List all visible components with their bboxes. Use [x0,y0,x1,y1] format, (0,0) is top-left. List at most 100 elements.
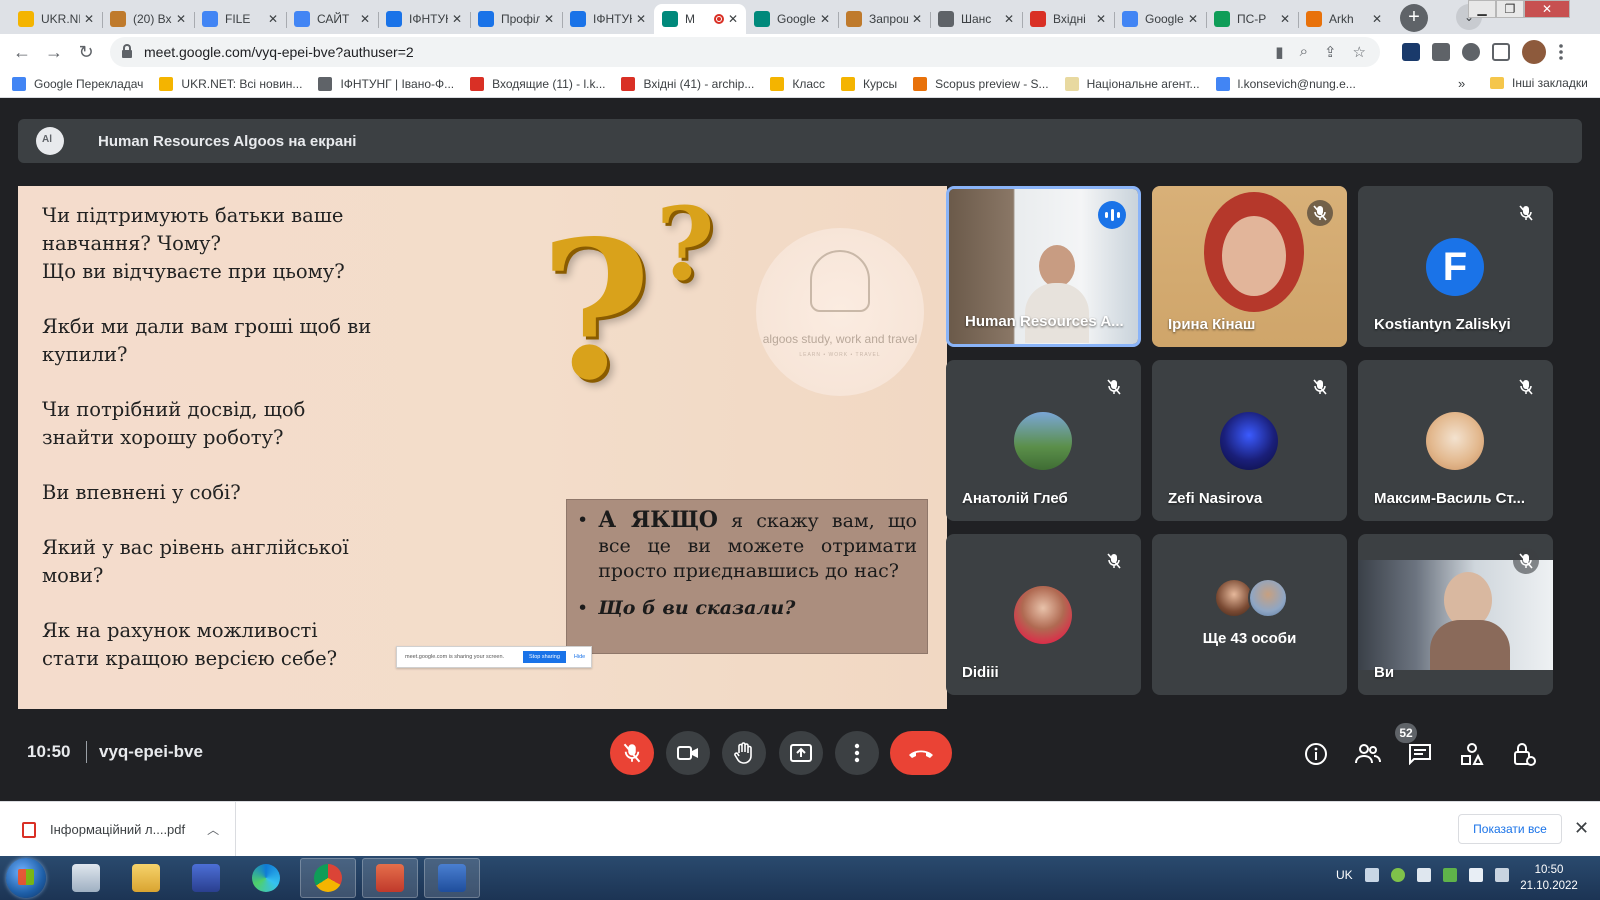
browser-tab[interactable]: Запрошення ✕ [838,4,930,34]
bookmark-item[interactable]: Вхідні (41) - archip... [621,76,754,91]
bookmark-item[interactable]: l.konsevich@nung.e... [1215,76,1356,91]
taskbar-clock[interactable]: 10:50 21.10.2022 [1514,862,1584,894]
host-controls-button[interactable] [1510,740,1538,768]
close-tab-icon[interactable]: ✕ [360,12,370,26]
participant-tile[interactable]: Human Resources A... [946,186,1141,347]
close-tab-icon[interactable]: ✕ [820,12,830,26]
people-button[interactable] [1354,740,1382,768]
puzzle-icon[interactable] [1462,43,1480,61]
maximize-button[interactable]: ❐ [1496,0,1524,18]
browser-tab[interactable]: FILE ✕ [194,4,286,34]
bookmark-star-icon[interactable]: ☆ [1353,43,1366,61]
raise-hand-button[interactable] [722,731,766,775]
bookmark-item[interactable]: Входящие (11) - l.k... [470,76,605,91]
browser-tab[interactable]: САЙТ ✕ [286,4,378,34]
taskbar-edge[interactable] [238,858,294,898]
close-tab-icon[interactable]: ✕ [1004,12,1014,26]
microphone-toggle-button[interactable] [610,731,654,775]
back-button[interactable]: ← [6,42,38,63]
browser-tab[interactable]: UKR.NET ✕ [10,4,102,34]
extension-icon[interactable] [1402,43,1420,61]
self-view-tile[interactable]: Ви [1358,534,1553,695]
taskbar-word[interactable] [424,858,480,898]
close-tab-icon[interactable]: ✕ [452,12,462,26]
network-status-icon[interactable] [1390,868,1405,882]
close-tab-icon[interactable]: ✕ [912,12,922,26]
camera-toggle-button[interactable] [666,731,710,775]
display-icon[interactable] [1494,868,1509,882]
taskbar-explorer[interactable] [118,858,174,898]
activities-button[interactable] [1458,740,1486,768]
browser-tab[interactable]: Google ✕ [746,4,838,34]
close-tab-icon[interactable]: ✕ [1096,12,1106,26]
profile-avatar[interactable] [1522,40,1546,64]
browser-tab[interactable]: ІФНТУНГ ✕ [562,4,654,34]
taskbar-chrome[interactable] [300,858,356,898]
menu-icon[interactable] [1558,43,1564,61]
bookmark-item[interactable]: Scopus preview - S... [913,76,1049,91]
close-downloads-bar-button[interactable]: ✕ [1574,818,1589,839]
browser-tab[interactable]: M ✕ [654,4,746,34]
browser-tab[interactable]: ПС-Р ✕ [1206,4,1298,34]
participant-tile[interactable]: Максим-Василь Ст... [1358,360,1553,521]
new-tab-button[interactable]: + [1400,4,1428,32]
close-tab-icon[interactable]: ✕ [176,12,186,26]
leave-call-button[interactable] [890,731,952,775]
camera-icon[interactable]: ▮ [1275,43,1283,61]
close-window-button[interactable]: ✕ [1524,0,1570,18]
browser-tab[interactable]: (20) Вхідні ✕ [102,4,194,34]
address-bar[interactable]: meet.google.com/vyq-epei-bve?authuser=2 … [110,37,1380,67]
close-tab-icon[interactable]: ✕ [728,12,738,26]
chat-button[interactable] [1406,740,1434,768]
close-tab-icon[interactable]: ✕ [1188,12,1198,26]
security-icon[interactable] [1442,868,1457,882]
close-tab-icon[interactable]: ✕ [1372,12,1382,26]
close-tab-icon[interactable]: ✕ [544,12,554,26]
start-button[interactable] [6,858,46,898]
show-all-downloads-button[interactable]: Показати все [1458,814,1562,844]
share-icon[interactable]: ⇪ [1324,43,1337,61]
bookmark-item[interactable]: Google Перекладач [12,76,143,91]
side-panel-icon[interactable] [1492,43,1510,61]
present-screen-button[interactable] [779,731,823,775]
close-tab-icon[interactable]: ✕ [84,12,94,26]
bookmark-item[interactable]: Національне агент... [1064,76,1200,91]
participant-tile[interactable]: Didiii [946,534,1141,695]
minimize-button[interactable]: ▁ [1468,0,1496,18]
forward-button[interactable]: → [38,42,70,63]
taskbar-calculator[interactable] [58,858,114,898]
browser-tab[interactable]: ІФНТУНГ ✕ [378,4,470,34]
bookmark-item[interactable]: Класс [770,76,825,91]
bookmark-item[interactable]: ІФНТУНГ | Івано-Ф... [318,76,454,91]
more-options-button[interactable] [835,731,879,775]
bookmarks-overflow-button[interactable]: » [1458,76,1465,91]
zoom-icon[interactable]: ⌕ [1300,43,1308,61]
stop-sharing-button[interactable]: Stop sharing [523,651,566,663]
participant-tile[interactable]: F Kostiantyn Zaliskyi [1358,186,1553,347]
volume-icon[interactable] [1416,868,1431,882]
extension-icon-2[interactable] [1432,43,1450,61]
browser-tab[interactable]: Шанс ✕ [930,4,1022,34]
language-indicator[interactable]: UK [1336,868,1353,882]
meeting-details-button[interactable] [1302,740,1330,768]
chevron-up-icon[interactable]: ︿ [207,821,219,838]
bookmark-item[interactable]: UKR.NET: Всі новин... [159,76,302,91]
browser-tab[interactable]: Вхідні ✕ [1022,4,1114,34]
download-item[interactable]: Інформаційний л....pdf ︿ [0,802,236,857]
keyboard-icon[interactable] [1364,868,1379,882]
participant-tile[interactable]: Zefi Nasirova [1152,360,1347,521]
taskbar-powerpoint[interactable] [362,858,418,898]
taskbar-save-app[interactable] [178,858,234,898]
hide-banner-link[interactable]: Hide [574,654,585,660]
browser-tab[interactable]: Профіль ✕ [470,4,562,34]
participant-tile[interactable]: Анатолій Глеб [946,360,1141,521]
close-tab-icon[interactable]: ✕ [1280,12,1290,26]
reload-button[interactable]: ↻ [70,42,102,63]
flag-icon[interactable] [1468,868,1483,882]
close-tab-icon[interactable]: ✕ [268,12,278,26]
browser-tab[interactable]: Google ✕ [1114,4,1206,34]
bookmark-item[interactable]: Курсы [841,76,897,91]
other-bookmarks[interactable]: Інші закладки [1490,76,1588,90]
participant-tile[interactable]: Ірина Кінаш [1152,186,1347,347]
close-tab-icon[interactable]: ✕ [636,12,646,26]
